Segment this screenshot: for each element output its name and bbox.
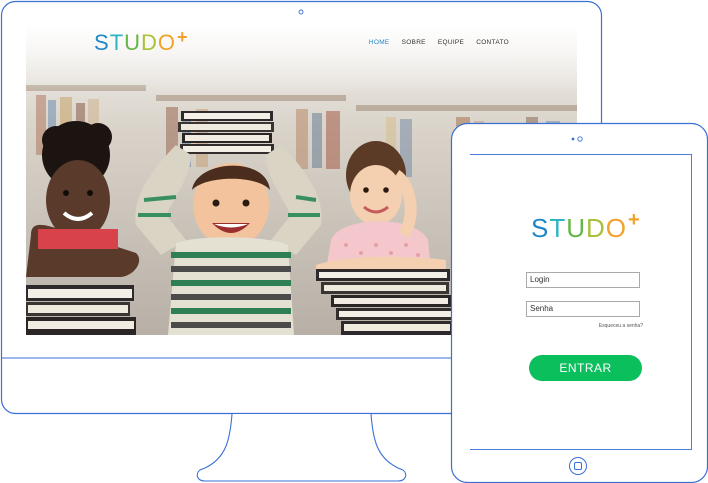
logo-letter-u: U [566, 213, 587, 243]
login-field[interactable]: Login [526, 272, 640, 288]
forgot-password-link[interactable]: Esqueceu a senha? [599, 323, 643, 329]
password-field[interactable]: Senha [526, 301, 640, 317]
home-button-square [574, 462, 582, 470]
enter-button-label: ENTRAR [559, 361, 612, 375]
logo-letter-t: T [549, 213, 567, 243]
enter-button[interactable]: ENTRAR [529, 355, 642, 381]
logo-plus: + [628, 209, 641, 231]
logo-letter-o: O [605, 213, 628, 243]
home-button[interactable] [569, 457, 587, 475]
app-logo: S T U D O + [531, 209, 641, 243]
tablet-screen: S T U D O + Login Senha Esqueceu a senha… [470, 155, 691, 449]
logo-letter-s: S [531, 213, 550, 243]
logo-letter-d: D [586, 213, 606, 243]
